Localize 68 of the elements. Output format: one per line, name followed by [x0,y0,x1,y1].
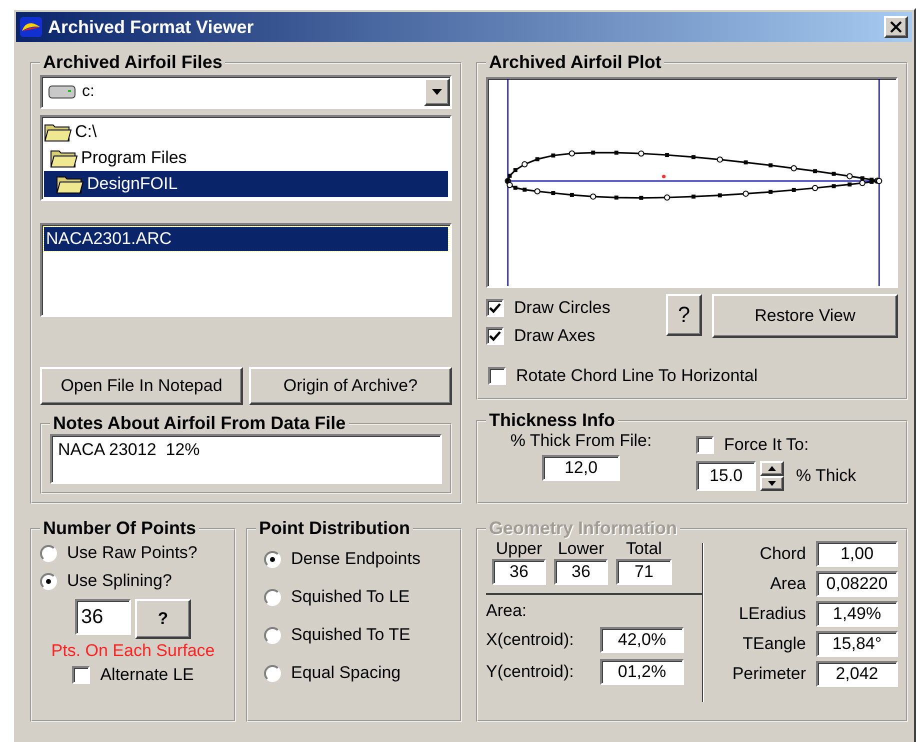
window-title: Archived Format Viewer [48,16,254,38]
spin-buttons[interactable] [760,461,784,491]
count-field: 71 [616,559,672,585]
close-icon [890,21,902,33]
checkbox[interactable]: Rotate Chord Line To Horizontal [488,362,898,390]
count-label: Lower [558,539,604,559]
folder-icon [44,122,72,142]
centroid-label: Y(centroid): [486,662,575,682]
property-label: Perimeter [732,664,806,684]
radio-button[interactable]: Dense Endpoints [264,545,452,573]
centroid-marker [662,174,666,178]
close-button[interactable] [884,16,908,38]
drive-dropdown[interactable]: c: [40,75,452,109]
radio-button[interactable]: Equal Spacing [264,659,452,687]
folder-icon [56,174,84,194]
property-label: Chord [760,544,806,564]
property-field: 1,00 [816,541,898,567]
checkbox[interactable]: Alternate LE [72,661,194,689]
file-item[interactable]: NACA2301.ARC [44,227,448,251]
folder-item[interactable]: C:\ [44,119,448,145]
property-field: 15,84° [816,631,898,657]
checkbox[interactable]: Draw Circles [486,294,656,322]
radio-button[interactable]: Use Splining? [40,567,226,595]
notes-field[interactable]: NACA 23012 12% [50,434,442,484]
property-field: 2,042 [816,661,898,687]
unit-label: % Thick [796,466,856,486]
thickness-field: 12,0 [542,455,620,481]
count-label: Total [626,539,662,559]
folder-icon [50,148,78,168]
caret-icon[interactable] [424,78,450,106]
count-field: 36 [554,559,608,585]
action-button[interactable]: Open File In Notepad [40,367,243,405]
field-label: % Thick From File: [510,431,652,451]
radio-button[interactable]: Squished To LE [264,583,452,611]
points-caption: Pts. On Each Surface [50,641,216,661]
radio-button[interactable]: Use Raw Points? [40,539,226,567]
property-label: TEangle [742,634,806,654]
count-field: 36 [492,559,546,585]
group-title: Thickness Info [488,410,616,431]
action-button[interactable]: Origin of Archive? [249,367,452,405]
drive-icon [48,85,76,99]
property-field: 0,08220 [816,571,898,597]
restore-view-button[interactable]: Restore View [712,294,898,338]
points-count-field[interactable]: 36 [75,599,131,635]
group-title: Number Of Points [42,518,198,539]
app-icon [20,17,42,37]
checkbox[interactable]: Draw Axes [486,322,656,350]
property-label: Area [770,574,806,594]
centroid-label: X(centroid): [486,630,575,650]
checkbox[interactable]: Force It To: [696,431,898,459]
property-label: LEradius [738,604,806,624]
property-field: 1,49% [816,601,898,627]
group-title: Archived Airfoil Files [42,52,224,73]
radio-button[interactable]: Squished To TE [264,621,452,649]
checkmark-icon [489,302,501,314]
folder-item[interactable]: Program Files [44,145,448,171]
group-title: Archived Airfoil Plot [488,52,662,73]
area-label: Area: [486,601,528,621]
thickness-input[interactable]: 15.0 [696,461,756,491]
centroid-field: 42,0% [600,627,684,653]
centroid-field: 01,2% [600,659,684,685]
checkmark-icon [489,330,501,342]
count-label: Upper [496,539,542,559]
group-title: Notes About Airfoil From Data File [52,413,347,434]
help-button[interactable]: ? [666,294,702,336]
group-title: Point Distribution [258,518,411,539]
folder-item[interactable]: DesignFOIL [44,171,448,197]
help-button[interactable]: ? [135,599,191,639]
